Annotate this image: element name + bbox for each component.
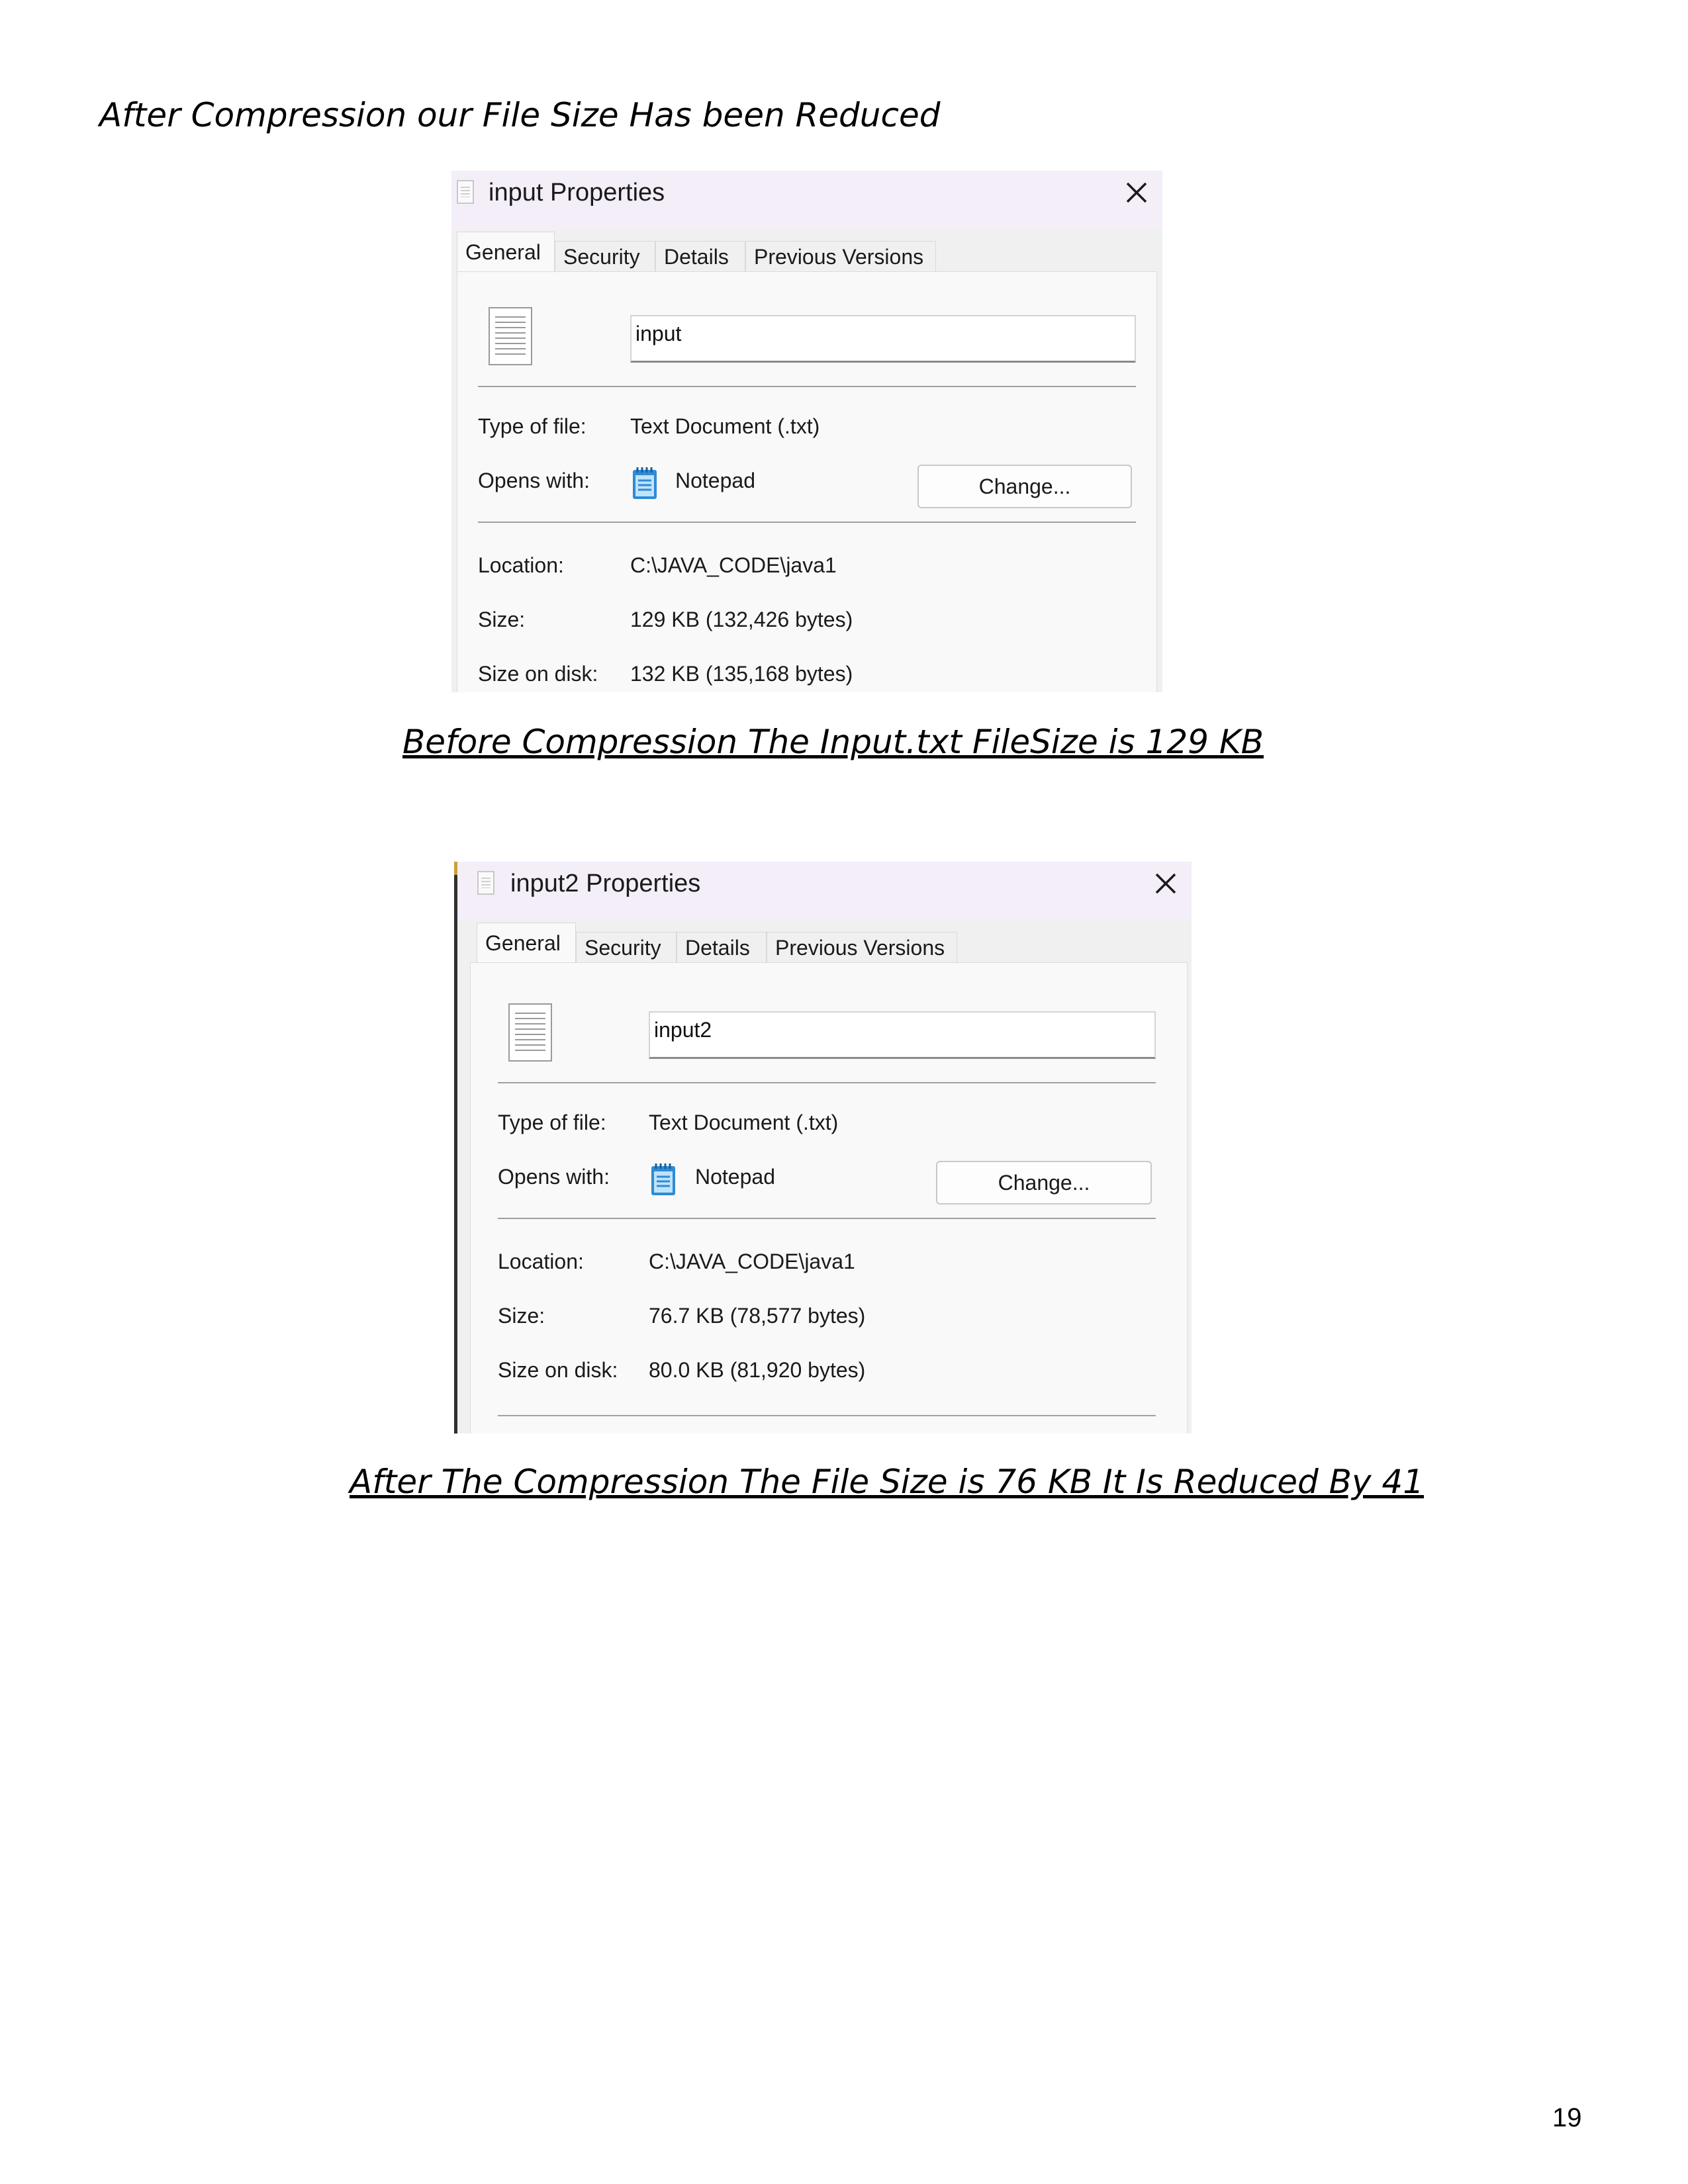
size-on-disk-label: Size on disk:	[498, 1358, 618, 1382]
properties-dialog-input: input Properties General Security Detail…	[451, 171, 1162, 692]
size-value: 129 KB (132,426 bytes)	[630, 608, 853, 631]
type-label: Type of file:	[498, 1111, 606, 1134]
opens-with-value: Notepad	[695, 1165, 775, 1189]
tab-security[interactable]: Security	[576, 932, 677, 962]
size-value: 76.7 KB (78,577 bytes)	[649, 1304, 866, 1328]
file-name-field[interactable]: input2	[649, 1011, 1156, 1059]
size-on-disk-value: 132 KB (135,168 bytes)	[630, 662, 853, 686]
properties-dialog-input2: input2 Properties General Security Detai…	[454, 862, 1192, 1433]
separator	[498, 1082, 1156, 1083]
dialog-title: input2 Properties	[510, 870, 701, 897]
document-heading: After Compression our File Size Has been…	[99, 96, 941, 134]
tab-general[interactable]: General	[457, 232, 555, 273]
location-value: C:\JAVA_CODE\java1	[649, 1250, 855, 1273]
change-button[interactable]: Change...	[936, 1161, 1152, 1205]
tab-previous-versions[interactable]: Previous Versions	[767, 932, 957, 962]
opens-with-value: Notepad	[675, 469, 755, 492]
type-value: Text Document (.txt)	[630, 414, 820, 438]
tab-previous-versions[interactable]: Previous Versions	[745, 241, 936, 271]
dialog-titlebar: input2 Properties	[457, 862, 1192, 920]
separator	[478, 522, 1136, 523]
location-value: C:\JAVA_CODE\java1	[630, 553, 837, 577]
opens-with-label: Opens with:	[478, 469, 590, 492]
type-label: Type of file:	[478, 414, 586, 438]
file-name-field[interactable]: input	[630, 315, 1136, 363]
opens-with-label: Opens with:	[498, 1165, 610, 1189]
caption-after: After The Compression The File Size is 7…	[350, 1463, 1425, 1501]
page-number: 19	[1552, 2103, 1582, 2132]
separator	[498, 1415, 1156, 1416]
location-label: Location:	[498, 1250, 584, 1273]
size-label: Size:	[498, 1304, 545, 1328]
file-icon	[489, 307, 532, 365]
caption-before: Before Compression The Input.txt FileSiz…	[402, 723, 1264, 761]
tab-details[interactable]: Details	[655, 241, 745, 271]
close-icon[interactable]	[1120, 176, 1153, 209]
tab-general[interactable]: General	[477, 923, 576, 964]
size-on-disk-value: 80.0 KB (81,920 bytes)	[649, 1358, 866, 1382]
file-icon	[508, 1003, 552, 1062]
tab-security[interactable]: Security	[555, 241, 655, 271]
separator	[478, 386, 1136, 387]
tab-details[interactable]: Details	[677, 932, 767, 962]
size-on-disk-label: Size on disk:	[478, 662, 598, 686]
type-value: Text Document (.txt)	[649, 1111, 839, 1134]
dialog-titlebar: input Properties	[451, 171, 1162, 229]
separator	[498, 1218, 1156, 1219]
size-label: Size:	[478, 608, 526, 631]
document-icon	[477, 871, 494, 895]
close-icon[interactable]	[1149, 867, 1182, 900]
change-button[interactable]: Change...	[917, 465, 1132, 508]
location-label: Location:	[478, 553, 564, 577]
notepad-icon	[651, 1163, 675, 1195]
dialog-title: input Properties	[489, 179, 665, 206]
document-icon	[457, 180, 474, 204]
notepad-icon	[633, 467, 657, 499]
